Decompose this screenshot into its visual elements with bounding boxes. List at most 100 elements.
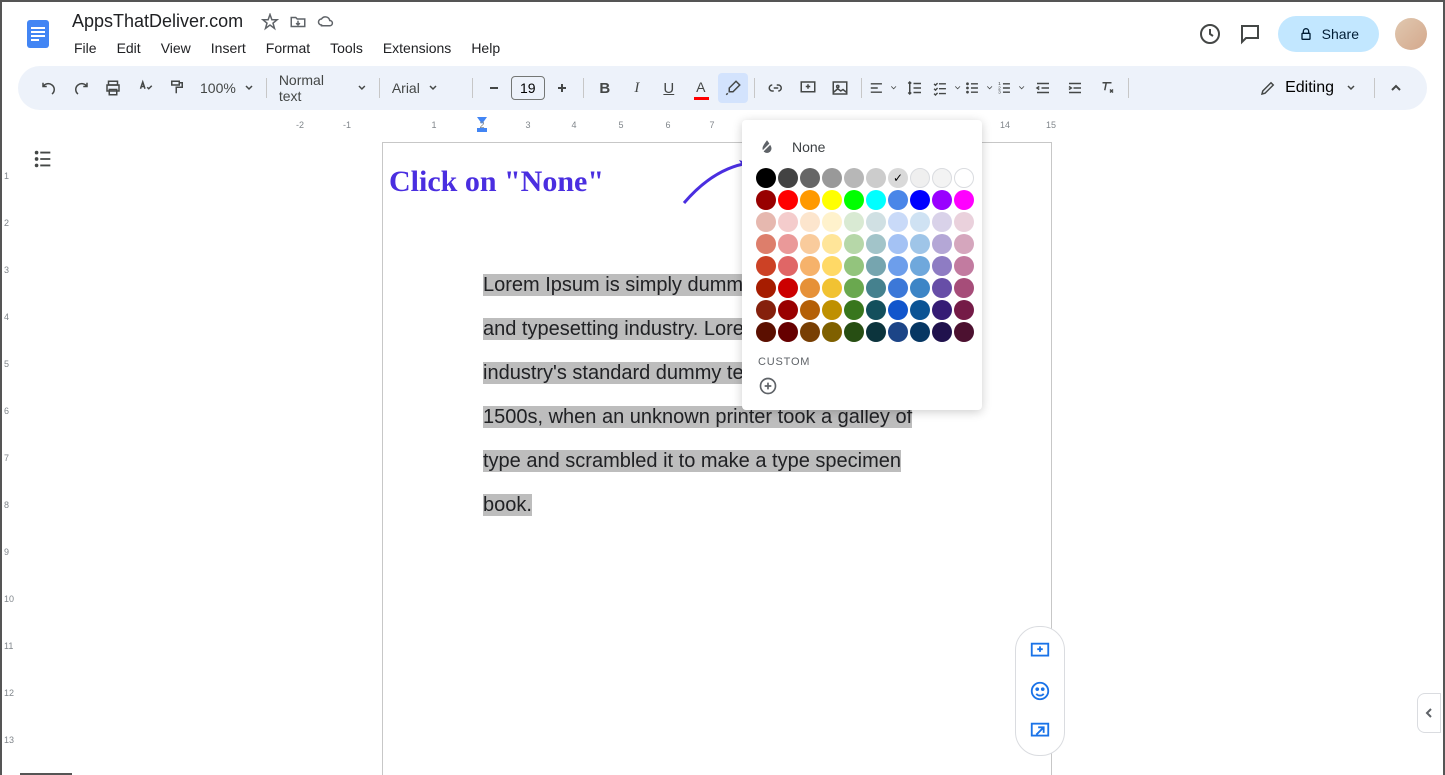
color-swatch[interactable] [844,168,864,188]
menu-insert[interactable]: Insert [203,36,254,60]
clear-formatting-button[interactable] [1092,73,1122,103]
color-swatch[interactable] [800,322,820,342]
color-swatch[interactable] [866,278,886,298]
color-swatch[interactable] [910,322,930,342]
color-swatch[interactable] [778,256,798,276]
color-swatch[interactable] [932,278,952,298]
color-swatch[interactable] [910,168,930,188]
menu-view[interactable]: View [153,36,199,60]
color-swatch[interactable] [822,212,842,232]
menu-tools[interactable]: Tools [322,36,371,60]
color-swatch[interactable] [888,278,908,298]
paragraph-style-select[interactable]: Normal text [273,68,373,108]
color-swatch[interactable] [954,212,974,232]
collapse-toolbar-button[interactable] [1381,73,1411,103]
color-swatch[interactable] [800,278,820,298]
color-swatch[interactable] [844,256,864,276]
color-swatch[interactable] [866,168,886,188]
color-swatch[interactable] [756,212,776,232]
color-swatch[interactable] [822,190,842,210]
zoom-select[interactable]: 100% [194,76,260,100]
emoji-reaction-button[interactable] [1024,675,1056,707]
menu-help[interactable]: Help [463,36,508,60]
color-swatch[interactable] [844,278,864,298]
color-swatch[interactable] [910,278,930,298]
highlight-color-button[interactable] [718,73,748,103]
underline-button[interactable]: U [654,73,684,103]
font-size-input[interactable] [511,76,545,100]
color-swatch[interactable] [756,300,776,320]
color-swatch[interactable] [778,212,798,232]
color-swatch[interactable] [800,212,820,232]
numbered-list-button[interactable]: 123 [996,73,1026,103]
add-comment-side-button[interactable] [1024,635,1056,667]
color-swatch[interactable] [844,190,864,210]
color-swatch[interactable] [778,322,798,342]
color-swatch[interactable] [866,256,886,276]
highlight-none-option[interactable]: None [742,130,982,164]
color-swatch[interactable] [778,234,798,254]
menu-edit[interactable]: Edit [109,36,149,60]
increase-indent-button[interactable] [1060,73,1090,103]
cloud-icon[interactable] [317,13,333,29]
avatar[interactable] [1395,18,1427,50]
align-button[interactable] [868,73,898,103]
color-swatch[interactable] [954,300,974,320]
color-swatch[interactable] [844,300,864,320]
suggest-edits-button[interactable] [1024,715,1056,747]
menu-file[interactable]: File [66,36,105,60]
spellcheck-button[interactable] [130,73,160,103]
color-swatch[interactable] [932,168,952,188]
checklist-button[interactable] [932,73,962,103]
color-swatch[interactable] [756,190,776,210]
color-swatch[interactable] [910,212,930,232]
text-color-button[interactable]: A [686,73,716,103]
print-button[interactable] [98,73,128,103]
color-swatch[interactable] [954,256,974,276]
history-icon[interactable] [1198,22,1222,46]
color-swatch[interactable] [778,300,798,320]
outline-icon[interactable] [32,148,56,172]
insert-image-button[interactable] [825,73,855,103]
undo-button[interactable] [34,73,64,103]
add-custom-color-button[interactable] [742,372,982,400]
bold-button[interactable]: B [590,73,620,103]
color-swatch[interactable] [756,278,776,298]
color-swatch[interactable] [954,278,974,298]
color-swatch[interactable] [800,234,820,254]
color-swatch[interactable] [822,256,842,276]
menu-extensions[interactable]: Extensions [375,36,459,60]
color-swatch[interactable] [800,256,820,276]
decrease-font-button[interactable] [479,73,509,103]
color-swatch[interactable] [954,322,974,342]
star-icon[interactable] [261,13,277,29]
color-swatch[interactable] [800,168,820,188]
color-swatch[interactable] [756,322,776,342]
font-select[interactable]: Arial [386,76,466,100]
move-icon[interactable] [289,13,305,29]
color-swatch[interactable] [910,190,930,210]
comment-icon[interactable] [1238,22,1262,46]
color-swatch[interactable] [888,234,908,254]
color-swatch[interactable] [800,190,820,210]
vertical-ruler[interactable]: 12345678910111213 [2,136,20,775]
color-swatch[interactable] [954,168,974,188]
add-comment-button[interactable] [793,73,823,103]
color-swatch[interactable] [910,300,930,320]
color-swatch[interactable] [866,322,886,342]
color-swatch[interactable] [932,190,952,210]
paint-format-button[interactable] [162,73,192,103]
color-swatch[interactable] [932,212,952,232]
editing-mode-button[interactable]: Editing [1247,75,1368,101]
color-swatch[interactable] [888,300,908,320]
menu-format[interactable]: Format [258,36,318,60]
redo-button[interactable] [66,73,96,103]
color-swatch[interactable] [954,234,974,254]
color-swatch[interactable] [778,190,798,210]
expand-side-panel-button[interactable] [1417,693,1441,733]
color-swatch[interactable] [888,212,908,232]
color-swatch[interactable] [756,234,776,254]
bulleted-list-button[interactable] [964,73,994,103]
color-swatch[interactable] [778,168,798,188]
color-swatch[interactable] [932,300,952,320]
